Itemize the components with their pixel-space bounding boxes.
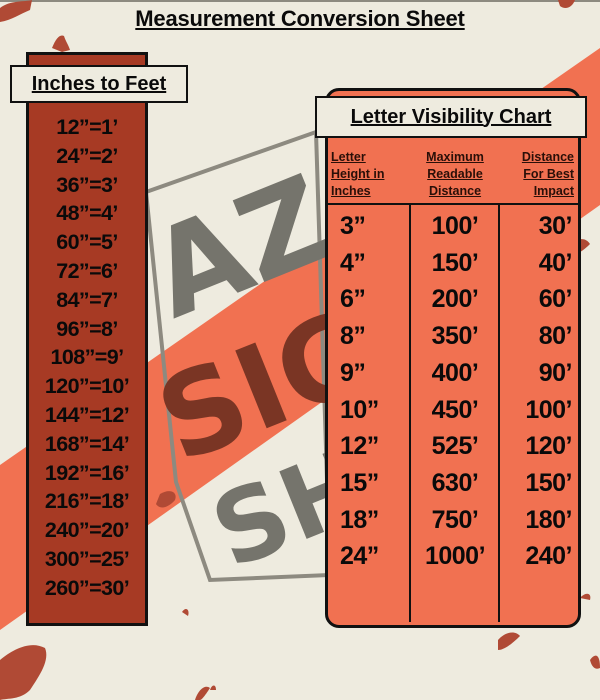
conversion-item: 300”=25’: [44, 546, 130, 571]
cell-letter-height: 6”: [340, 285, 366, 314]
conversion-item: 168”=14’: [44, 431, 130, 456]
inches-to-feet-title: Inches to Feet: [10, 65, 188, 103]
header-line: Distance: [521, 150, 574, 164]
table-row: 8” 350’ 80’: [328, 318, 578, 355]
cell-best-impact: 40’: [538, 248, 573, 277]
conversion-item: 260”=30’: [44, 575, 130, 600]
cell-best-impact: 100’: [525, 395, 572, 424]
table-row: 24” 1000’ 240’: [328, 538, 578, 575]
cell-letter-height: 4”: [340, 248, 366, 277]
cell-max-distance: 200’: [431, 285, 479, 314]
cell-max-distance: 150’: [431, 248, 479, 277]
cell-max-distance: 400’: [431, 358, 479, 387]
conversion-item: 144”=12’: [44, 402, 130, 427]
header-line: Height in: [331, 167, 385, 181]
conversion-item: 48”=4’: [56, 201, 118, 226]
cell-max-distance: 350’: [431, 322, 479, 351]
conversion-item: 240”=20’: [44, 518, 130, 543]
header-line: For Best: [523, 167, 574, 181]
cell-letter-height: 12”: [340, 432, 379, 461]
conversion-item: 120”=10’: [44, 374, 130, 399]
table-row: 12” 525’ 120’: [328, 428, 578, 465]
cell-letter-height: 18”: [340, 505, 379, 534]
cell-max-distance: 525’: [431, 432, 479, 461]
cell-best-impact: 90’: [538, 358, 573, 387]
header-line: Distance: [428, 184, 482, 198]
conversion-item: 72”=6’: [56, 258, 118, 283]
table-row: 10” 450’ 100’: [328, 392, 578, 429]
conversion-item: 96”=8’: [56, 316, 118, 341]
page-title: Measurement Conversion Sheet: [135, 6, 465, 31]
inches-to-feet-list: 12”=1’ 24”=2’ 36”=3’ 48”=4’ 60”=5’ 72”=6…: [26, 113, 148, 603]
cell-letter-height: 24”: [340, 542, 379, 571]
table-row: 4” 150’ 40’: [328, 245, 578, 282]
header-line: Letter: [331, 150, 366, 164]
conversion-item: 84”=7’: [56, 287, 118, 312]
table-row: 3” 100’ 30’: [328, 208, 578, 245]
conversion-item: 192”=16’: [44, 460, 130, 485]
table-row: 18” 750’ 180’: [328, 502, 578, 539]
conversion-item: 24”=2’: [56, 143, 118, 168]
conversion-item: 108”=9’: [50, 345, 125, 370]
header-line: Impact: [533, 184, 574, 198]
cell-best-impact: 120’: [525, 432, 572, 461]
cell-max-distance: 630’: [431, 468, 479, 497]
cell-letter-height: 8”: [340, 322, 366, 351]
cell-letter-height: 10”: [340, 395, 379, 424]
cell-best-impact: 30’: [538, 212, 573, 240]
header-line: Readable: [427, 167, 483, 181]
column-header-letter-height: Letter Height in Inches: [331, 149, 406, 200]
conversion-item: 36”=3’: [56, 172, 118, 197]
header-line: Maximum: [426, 150, 484, 164]
cell-max-distance: 1000’: [424, 542, 486, 571]
cell-max-distance: 100’: [431, 212, 479, 240]
column-header-max-distance: Maximum Readable Distance: [415, 149, 495, 200]
visibility-chart-title: Letter Visibility Chart: [315, 96, 587, 138]
table-row: 9” 400’ 90’: [328, 355, 578, 392]
cell-letter-height: 3”: [340, 212, 366, 240]
header-divider: [328, 203, 578, 205]
cell-letter-height: 15”: [340, 468, 379, 497]
cell-best-impact: 80’: [538, 322, 573, 351]
cell-best-impact: 180’: [525, 505, 572, 534]
cell-max-distance: 450’: [431, 395, 479, 424]
cell-letter-height: 9”: [340, 358, 366, 387]
cell-best-impact: 240’: [525, 542, 572, 571]
cell-max-distance: 750’: [431, 505, 479, 534]
cell-best-impact: 150’: [525, 468, 572, 497]
table-row: 6” 200’ 60’: [328, 281, 578, 318]
conversion-item: 60”=5’: [56, 230, 118, 255]
conversion-item: 216”=18’: [44, 489, 130, 514]
column-header-best-impact: Distance For Best Impact: [500, 149, 574, 200]
header-line: Inches: [331, 184, 371, 198]
conversion-item: 12”=1’: [56, 115, 118, 139]
table-row: 15” 630’ 150’: [328, 465, 578, 502]
cell-best-impact: 60’: [538, 285, 573, 314]
